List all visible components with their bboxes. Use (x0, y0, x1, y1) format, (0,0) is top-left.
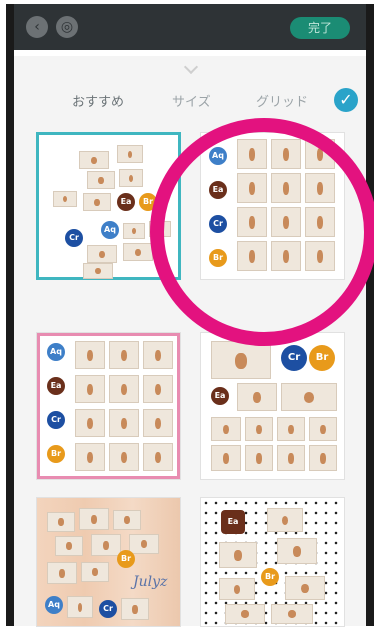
done-button[interactable]: 完了 (290, 17, 350, 39)
check-icon[interactable]: ✓ (334, 88, 358, 112)
photo-thumb (245, 417, 273, 441)
photo-thumb (117, 145, 143, 163)
badge-cr: Cr (47, 411, 65, 429)
back-icon[interactable]: ‹ (26, 16, 48, 38)
photo-thumb (83, 193, 111, 211)
tab-size[interactable]: サイズ (172, 91, 211, 110)
template-card-pink-grid[interactable]: Aq Ea Cr Br (36, 332, 181, 480)
photo-thumb (87, 171, 115, 189)
photo-thumb (211, 445, 241, 471)
photo-thumb (81, 562, 109, 582)
photo-thumb (121, 598, 149, 620)
photo-thumb (237, 383, 277, 411)
badge-ea: Ea (221, 510, 245, 534)
template-sheet: おすすめ サイズ グリッド ✓ Ea Br Aq Cr Aq Ea Cr Br … (14, 56, 374, 627)
photo-thumb (129, 534, 159, 554)
collage-script-text: Julyz (133, 574, 168, 590)
template-card-wood-collage[interactable]: Br Julyz Aq Cr (36, 497, 181, 627)
badge-cr: Cr (281, 345, 307, 371)
template-card-collage-badges[interactable]: Cr Br Ea (200, 332, 345, 480)
photo-thumb (53, 191, 77, 207)
photo-thumb (211, 341, 271, 379)
photo-thumb (309, 445, 337, 471)
photo-thumb (309, 417, 337, 441)
template-card-dots-collage[interactable]: Ea Br (200, 497, 345, 627)
photo-thumb (109, 443, 139, 471)
photo-thumb (67, 596, 93, 618)
photo-thumb (91, 534, 121, 556)
badge-cr: Cr (99, 600, 117, 618)
badge-aq: Aq (45, 596, 63, 614)
photo-thumb (219, 578, 255, 600)
photo-thumb (245, 445, 273, 471)
badge-br: Br (261, 568, 279, 586)
badge-ea: Ea (47, 377, 65, 395)
photo-thumb (123, 223, 145, 239)
photo-thumb (75, 375, 105, 403)
photo-thumb (83, 263, 113, 279)
photo-thumb (47, 562, 77, 584)
badge-aq: Aq (47, 343, 65, 361)
photo-thumb (109, 341, 139, 369)
photo-thumb (211, 417, 241, 441)
photo-thumb (79, 508, 109, 530)
photo-thumb (277, 538, 317, 564)
photo-thumb (277, 445, 305, 471)
photo-thumb (75, 443, 105, 471)
photo-thumb (113, 510, 141, 530)
photo-thumb (123, 243, 153, 261)
photo-thumb (87, 245, 117, 263)
top-bar: ‹ ◎ 完了 (14, 4, 366, 50)
photo-thumb (143, 443, 173, 471)
badge-br: Br (309, 345, 335, 371)
badge-ea: Ea (211, 387, 229, 405)
photo-thumb (47, 512, 75, 532)
photo-thumb (143, 375, 173, 403)
photo-thumb (271, 604, 313, 624)
badge-aq: Aq (101, 221, 119, 239)
photo-thumb (119, 169, 143, 187)
photo-thumb (267, 508, 303, 532)
badge-br: Br (117, 550, 135, 568)
photo-thumb (219, 542, 257, 568)
tab-grid[interactable]: グリッド (256, 91, 308, 110)
photo-thumb (75, 409, 105, 437)
photo-thumb (79, 151, 109, 169)
sheet-handle-icon[interactable] (183, 59, 199, 75)
photo-thumb (285, 576, 325, 600)
photo-thumb (277, 417, 305, 441)
badge-ea: Ea (117, 193, 135, 211)
tab-recommended[interactable]: おすすめ (72, 91, 124, 110)
photo-thumb (143, 409, 173, 437)
badge-br: Br (47, 445, 65, 463)
photo-thumb (75, 341, 105, 369)
photo-thumb (143, 341, 173, 369)
tab-bar: おすすめ サイズ グリッド ✓ (14, 86, 366, 114)
layers-icon[interactable]: ◎ (56, 16, 78, 38)
photo-thumb (281, 383, 337, 411)
photo-thumb (109, 375, 139, 403)
badge-cr: Cr (65, 229, 83, 247)
photo-thumb (109, 409, 139, 437)
photo-thumb (55, 536, 83, 556)
highlight-circle (150, 118, 374, 346)
photo-thumb (225, 604, 265, 624)
